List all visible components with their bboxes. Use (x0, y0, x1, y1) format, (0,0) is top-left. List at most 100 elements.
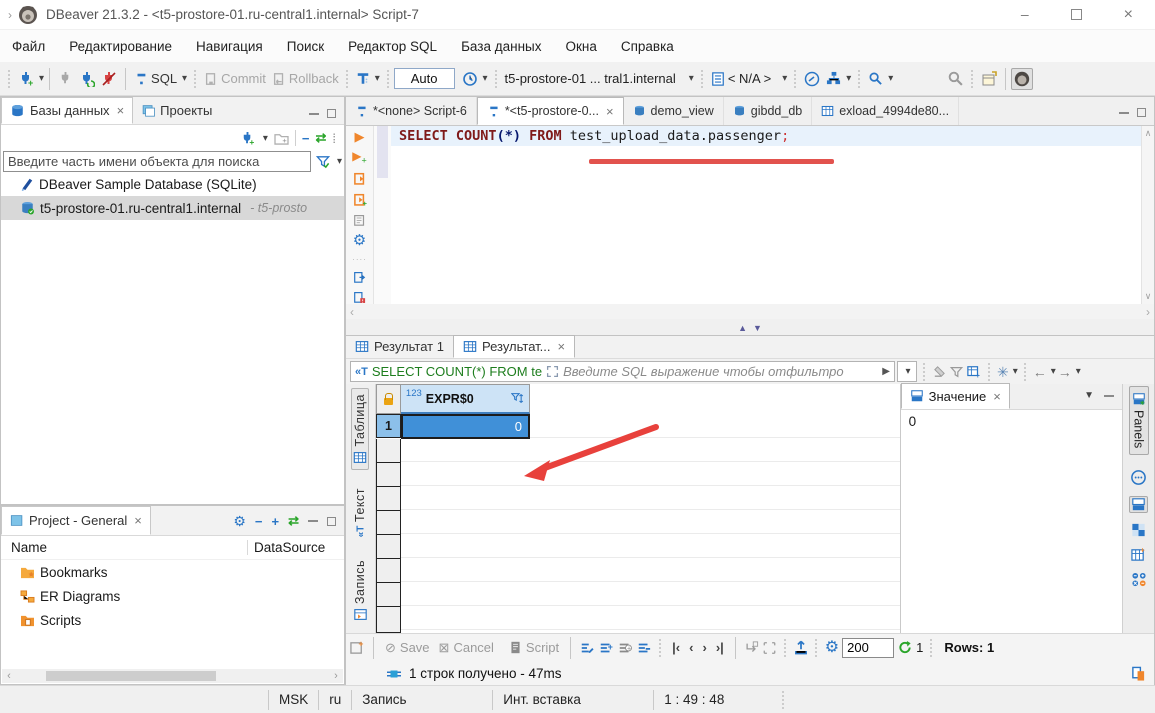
tree-item-sample-database[interactable]: DBeaver Sample Database (SQLite) (1, 172, 344, 196)
delete-row-icon[interactable] (636, 641, 652, 655)
cancel-button[interactable]: ⊠Cancel (436, 640, 497, 655)
duplicate-row-icon[interactable]: + (617, 641, 633, 655)
calc-panel-icon[interactable] (1131, 572, 1147, 587)
object-search-input[interactable] (3, 151, 311, 172)
editor-minimize-icon[interactable] (1119, 112, 1129, 114)
value-menu-icon[interactable]: ▼ (1084, 390, 1094, 401)
locale-indicator[interactable]: ru (319, 692, 351, 707)
menu-window[interactable]: Окна (565, 39, 596, 54)
explain-plan-icon[interactable] (352, 214, 367, 227)
new-folder-icon[interactable]: + (274, 132, 289, 145)
script-button[interactable]: Script (506, 640, 562, 655)
menu-help[interactable]: Справка (621, 39, 674, 54)
commit-button[interactable]: Commit (201, 69, 269, 88)
presentation-tab-text[interactable]: Текст «T (352, 483, 368, 542)
nav-forward-icon[interactable]: → (1058, 364, 1072, 380)
window-maximize-icon[interactable] (1071, 9, 1082, 20)
column-name[interactable]: Name (1, 540, 247, 555)
project-horizontal-scrollbar[interactable]: ‹ › (2, 669, 343, 683)
timezone-indicator[interactable]: MSK (269, 692, 318, 707)
new-connection-button[interactable]: + (15, 69, 37, 89)
panel-minimize-icon[interactable] (309, 113, 319, 115)
execute-script-icon[interactable] (352, 172, 368, 186)
execute-new-tab-icon[interactable]: ▶+ (352, 150, 367, 165)
row-number-1[interactable]: 1 (376, 414, 401, 438)
presentation-tab-grid[interactable]: Таблица (351, 388, 369, 470)
tree-item-bookmarks[interactable]: Bookmarks (1, 560, 344, 584)
window-minimize-icon[interactable]: – (1021, 9, 1029, 20)
restore-chevron-icon[interactable]: › (8, 8, 12, 22)
selected-cell-expr0[interactable]: 0 (401, 414, 530, 439)
dbeaver-perspective-icon[interactable] (1011, 68, 1033, 90)
open-in-new-window-icon[interactable]: + (350, 640, 365, 655)
tab-script-7[interactable]: *<t5-prostore-0... × (477, 97, 624, 125)
first-row-button[interactable]: |‹ (669, 640, 683, 655)
close-icon[interactable]: × (134, 513, 142, 528)
panels-tab[interactable]: ✳ Panels (1129, 386, 1149, 455)
tree-item-er-diagrams[interactable]: ER Diagrams (1, 584, 344, 608)
tab-result-2[interactable]: Результат... × (453, 335, 575, 358)
new-connection-icon[interactable]: + (240, 131, 255, 146)
column-datasource[interactable]: DataSource (247, 540, 344, 555)
active-schema-selector[interactable]: < N/A > ▾ (708, 69, 790, 88)
link-with-editor-icon[interactable]: ⇄ (288, 513, 299, 529)
expand-filter-icon[interactable] (546, 365, 559, 378)
refresh-icon[interactable] (897, 640, 913, 655)
menu-navigate[interactable]: Навигация (196, 39, 263, 54)
tab-demo-view[interactable]: demo_view (624, 97, 724, 125)
fetch-size-input[interactable] (842, 638, 894, 658)
value-viewer-icon[interactable] (1131, 498, 1146, 511)
settings-gear-icon[interactable]: ⚙ (825, 640, 839, 656)
previous-row-button[interactable]: ‹ (686, 640, 696, 655)
presentation-tab-record[interactable]: Запись (352, 555, 368, 626)
output-log-icon[interactable] (352, 291, 367, 304)
dashboard-button[interactable] (801, 69, 823, 89)
export-data-icon[interactable] (794, 640, 808, 655)
tab-gibdd-db[interactable]: gibdd_db (724, 97, 812, 125)
aggregate-panel-icon[interactable] (1131, 523, 1146, 537)
close-icon[interactable]: × (117, 103, 125, 118)
connect-button[interactable] (55, 69, 76, 88)
execute-statement-icon[interactable]: ▶ (355, 130, 365, 143)
filter-check-icon[interactable] (315, 154, 331, 169)
tree-item-t5-prostore[interactable]: t5-prostore-01.ru-central1.internal - t5… (1, 196, 344, 220)
search-metadata-button[interactable]: ▾ (865, 69, 896, 88)
panel-maximize-icon[interactable] (327, 517, 336, 526)
filter-dropdown-icon[interactable]: ▾ (337, 156, 342, 167)
active-connection-selector[interactable]: t5-prostore-01 ... tral1.internal ▾ (502, 69, 697, 88)
expand-all-icon[interactable]: + (272, 514, 280, 529)
view-menu-icon[interactable]: ⁞ (332, 131, 336, 146)
panel-minimize-icon[interactable] (308, 520, 318, 522)
tab-exload[interactable]: exload_4994de80... (812, 97, 959, 125)
collapse-all-icon[interactable]: − (302, 131, 310, 146)
tab-value[interactable]: Значение × (901, 383, 1010, 409)
copy-source-icon[interactable] (1131, 666, 1146, 682)
transaction-log-button[interactable]: ▾ (353, 69, 383, 88)
apply-filter-icon[interactable]: ▶ (882, 366, 890, 377)
close-icon[interactable]: × (993, 389, 1001, 404)
filter-history-dropdown[interactable]: ▾ (897, 361, 917, 382)
export-result-icon[interactable] (352, 271, 367, 284)
quick-search-button[interactable] (944, 68, 967, 89)
window-close-icon[interactable]: × (1124, 9, 1133, 20)
menu-database[interactable]: База данных (461, 39, 541, 54)
edit-cell-icon[interactable] (579, 641, 595, 655)
value-content[interactable]: 0 (901, 410, 1122, 633)
disconnect-button[interactable] (98, 69, 120, 89)
link-with-editor-icon[interactable]: ⇄ (315, 130, 326, 146)
menu-sql-editor[interactable]: Редактор SQL (348, 39, 437, 54)
open-perspective-button[interactable] (978, 69, 1000, 89)
close-icon[interactable]: × (606, 104, 614, 119)
menu-search[interactable]: Поиск (287, 39, 324, 54)
dropdown-icon[interactable]: ▾ (263, 133, 268, 144)
scrollbar-thumb[interactable] (46, 671, 216, 681)
editor-horizontal-scrollbar[interactable]: ‹ › (346, 304, 1154, 319)
grid-corner-cell[interactable] (376, 384, 401, 414)
caret-position[interactable]: 1 : 49 : 48 (654, 692, 764, 707)
column-header-expr0[interactable]: 123 EXPR$0 (401, 384, 530, 414)
editor-vertical-scrollbar[interactable]: ∧ ∨ (1141, 126, 1154, 304)
save-filter-icon[interactable]: + (966, 365, 982, 379)
transaction-history-button[interactable]: ▾ (459, 69, 491, 89)
menu-edit[interactable]: Редактирование (69, 39, 172, 54)
commit-mode-button[interactable]: Auto (394, 68, 455, 89)
